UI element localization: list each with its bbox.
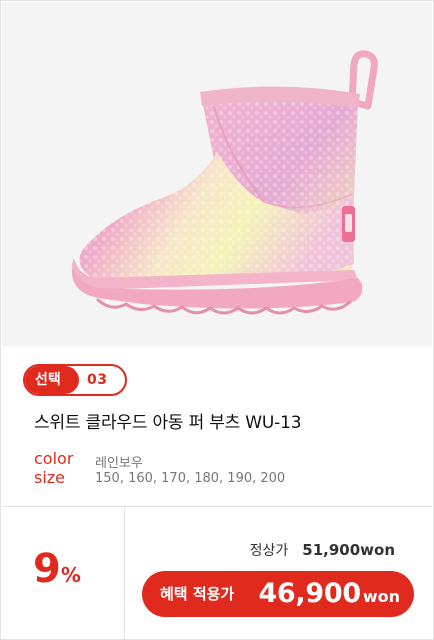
product-image[interactable]	[2, 2, 432, 346]
regular-price-unit: won	[360, 541, 395, 559]
divider-horizontal	[2, 506, 432, 507]
benefit-price-value: 46,900	[258, 578, 361, 609]
color-key: color	[34, 449, 74, 468]
regular-price-label: 정상가	[249, 543, 289, 559]
regular-price-value: 51,900	[302, 541, 361, 559]
benefit-price-button[interactable]: 혜택 적용가 46,900 won	[142, 571, 414, 617]
regular-price: 정상가 51,900won	[250, 540, 395, 560]
discount-number: 9	[33, 546, 61, 592]
product-name[interactable]: 스위트 클라우드 아동 퍼 부츠 WU-13	[34, 408, 302, 433]
discount-rate: 9%	[33, 549, 81, 589]
product-info: 선택 03 스위트 클라우드 아동 퍼 부츠 WU-13 color 레인보우 …	[2, 346, 432, 506]
product-card[interactable]: 선택 03 스위트 클라우드 아동 퍼 부츠 WU-13 color 레인보우 …	[0, 0, 434, 640]
divider-vertical	[124, 507, 125, 640]
select-number: 03	[87, 372, 108, 388]
color-value: 레인보우	[95, 456, 143, 471]
size-value: 150, 160, 170, 180, 190, 200	[95, 471, 286, 486]
benefit-label: 혜택 적용가	[160, 585, 235, 603]
boot-illustration	[71, 50, 378, 315]
benefit-price: 46,900 won	[258, 571, 400, 620]
size-key: size	[34, 468, 66, 487]
discount-sign: %	[60, 563, 81, 587]
select-label: 선택	[25, 366, 79, 394]
select-badge[interactable]: 선택 03	[23, 364, 127, 396]
benefit-price-unit: won	[362, 587, 400, 606]
